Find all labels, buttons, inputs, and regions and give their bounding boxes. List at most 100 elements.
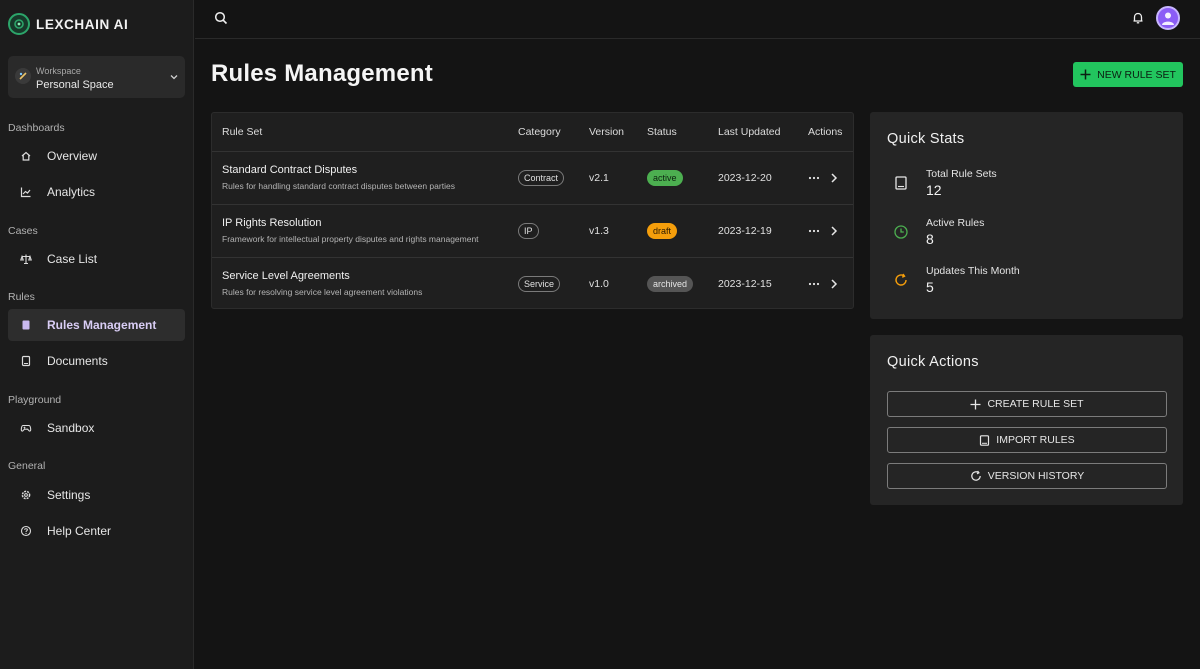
- rule-set-description: Rules for resolving service level agreem…: [222, 287, 423, 297]
- sidebar: LEXCHAIN AI Workspace Personal Space Das…: [0, 0, 194, 669]
- app-logo[interactable]: LEXCHAIN AI: [8, 12, 128, 36]
- sidebar-item-label: Analytics: [47, 185, 96, 199]
- version-text: v2.1: [589, 172, 609, 184]
- new-rule-set-label: NEW RULE SET: [1097, 68, 1176, 81]
- stat-label: Active Rules: [926, 217, 985, 229]
- column-header-status[interactable]: Status: [647, 126, 677, 138]
- import-rules-button[interactable]: IMPORT RULES: [887, 427, 1167, 453]
- column-header-version[interactable]: Version: [589, 126, 624, 138]
- sidebar-item-sandbox[interactable]: Sandbox: [8, 412, 185, 444]
- stat-value: 8: [926, 231, 934, 247]
- sidebar-item-label: Sandbox: [47, 421, 95, 435]
- top-bar: [195, 0, 1200, 39]
- user-icon: [1162, 12, 1174, 25]
- sidebar-item-label: Case List: [47, 252, 98, 266]
- status-badge: active: [647, 170, 683, 186]
- plus-icon: [970, 399, 981, 409]
- last-updated-text: 2023-12-19: [718, 225, 772, 237]
- app-name: LEXCHAIN AI: [36, 16, 129, 32]
- new-rule-set-button[interactable]: NEW RULE SET: [1073, 62, 1183, 87]
- more-options-icon[interactable]: [808, 171, 820, 185]
- rule-set-name: Service Level Agreements: [222, 270, 350, 282]
- stat-value: 12: [926, 182, 942, 198]
- section-title-cases: Cases: [8, 225, 38, 237]
- quick-actions-title: Quick Actions: [887, 354, 979, 370]
- sidebar-item-label: Help Center: [47, 524, 112, 538]
- rule-set-description: Framework for intellectual property disp…: [222, 234, 479, 244]
- stat-active-rules: Active Rules 8: [887, 217, 1167, 257]
- column-header-last-updated[interactable]: Last Updated: [718, 126, 780, 138]
- gear-icon: [20, 489, 32, 501]
- rule-set-name: IP Rights Resolution: [222, 217, 322, 229]
- rule-set-name: Standard Contract Disputes: [222, 164, 358, 176]
- logo-icon: [8, 13, 30, 35]
- status-badge: archived: [647, 276, 694, 292]
- rule-set-description: Rules for handling standard contract dis…: [222, 181, 455, 191]
- workspace-avatar-icon: [15, 68, 31, 84]
- sidebar-item-settings[interactable]: Settings: [8, 479, 185, 511]
- sidebar-item-label: Documents: [47, 354, 108, 368]
- document-icon: [20, 355, 32, 367]
- version-history-label: VERSION HISTORY: [987, 470, 1085, 482]
- section-title-rules: Rules: [8, 291, 35, 303]
- table-row[interactable]: IP Rights Resolution Framework for intel…: [212, 205, 853, 258]
- home-icon: [20, 150, 32, 162]
- quick-actions-card: Quick Actions CREATE RULE SET IMPORT RUL…: [870, 335, 1183, 505]
- create-rule-set-button[interactable]: CREATE RULE SET: [887, 391, 1167, 417]
- import-rules-label: IMPORT RULES: [996, 434, 1075, 446]
- more-options-icon[interactable]: [808, 224, 820, 238]
- sidebar-item-label: Rules Management: [47, 318, 157, 332]
- refresh-icon: [970, 470, 981, 481]
- help-icon: [20, 525, 32, 537]
- category-chip: Contract: [518, 170, 565, 186]
- section-title-dashboards: Dashboards: [8, 122, 65, 134]
- sidebar-item-case-list[interactable]: Case List: [8, 243, 185, 275]
- last-updated-text: 2023-12-15: [718, 278, 772, 290]
- plus-icon: [1080, 69, 1091, 80]
- column-header-category[interactable]: Category: [518, 126, 561, 138]
- search-icon[interactable]: [214, 11, 228, 25]
- category-chip: Service: [518, 276, 561, 292]
- section-title-playground: Playground: [8, 394, 62, 406]
- chevron-right-icon[interactable]: [829, 224, 839, 238]
- clock-icon: [894, 225, 908, 239]
- column-header-rule-set[interactable]: Rule Set: [222, 126, 262, 138]
- sidebar-item-analytics[interactable]: Analytics: [8, 176, 185, 208]
- workspace-selector[interactable]: Workspace Personal Space: [8, 56, 185, 98]
- chevron-right-icon[interactable]: [829, 277, 839, 291]
- sidebar-item-rules-management[interactable]: Rules Management: [8, 309, 185, 341]
- status-badge: draft: [647, 223, 678, 239]
- version-text: v1.0: [589, 278, 609, 290]
- refresh-icon: [895, 273, 907, 286]
- book-icon: [895, 176, 907, 190]
- chevron-right-icon[interactable]: [829, 171, 839, 185]
- create-rule-set-label: CREATE RULE SET: [987, 398, 1084, 410]
- user-avatar[interactable]: [1156, 6, 1180, 30]
- stat-label: Total Rule Sets: [926, 168, 997, 180]
- gamepad-icon: [20, 422, 32, 434]
- table-row[interactable]: Standard Contract Disputes Rules for han…: [212, 152, 853, 205]
- book-icon: [980, 434, 990, 446]
- bell-icon[interactable]: [1131, 11, 1145, 25]
- category-chip: IP: [518, 223, 539, 239]
- book-icon: [20, 319, 32, 331]
- stat-total-rule-sets: Total Rule Sets 12: [887, 168, 1167, 208]
- quick-stats-title: Quick Stats: [887, 131, 965, 147]
- version-history-button[interactable]: VERSION HISTORY: [887, 463, 1167, 489]
- last-updated-text: 2023-12-20: [718, 172, 772, 184]
- sidebar-item-label: Overview: [47, 149, 98, 163]
- chart-icon: [20, 186, 32, 198]
- section-title-general: General: [8, 460, 46, 472]
- sidebar-item-help-center[interactable]: Help Center: [8, 515, 185, 547]
- scale-icon: [20, 253, 32, 265]
- sidebar-item-overview[interactable]: Overview: [8, 140, 185, 172]
- table-row[interactable]: Service Level Agreements Rules for resol…: [212, 258, 853, 309]
- stat-label: Updates This Month: [926, 265, 1020, 277]
- stat-value: 5: [926, 279, 934, 295]
- sidebar-item-label: Settings: [47, 488, 91, 502]
- sidebar-item-documents[interactable]: Documents: [8, 345, 185, 377]
- stat-updates-this-month: Updates This Month 5: [887, 265, 1167, 305]
- workspace-label: Workspace: [36, 66, 81, 76]
- more-options-icon[interactable]: [808, 277, 820, 291]
- chevron-down-icon: [170, 75, 178, 80]
